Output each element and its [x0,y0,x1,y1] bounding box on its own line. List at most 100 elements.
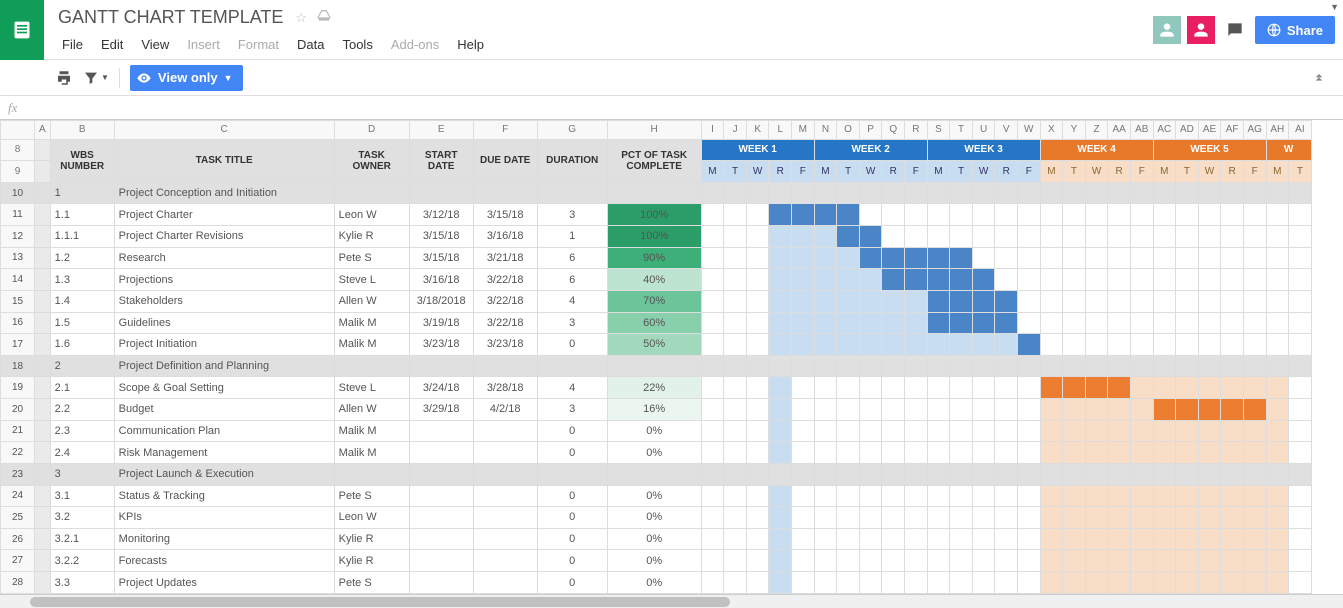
column-K[interactable]: K [746,121,769,140]
gantt-cell[interactable] [905,290,928,312]
gantt-cell[interactable] [882,290,905,312]
filter-icon[interactable]: ▼ [83,70,109,86]
gantt-cell[interactable] [905,420,928,442]
column-AA[interactable]: AA [1108,121,1131,140]
gantt-cell[interactable] [1176,507,1199,529]
gantt-cell[interactable] [1176,377,1199,399]
cell-pct[interactable]: 40% [607,269,701,291]
gantt-cell[interactable] [995,550,1018,572]
gantt-cell[interactable] [1243,507,1266,529]
gantt-cell[interactable] [1063,204,1086,226]
gantt-cell[interactable] [1040,204,1063,226]
gantt-cell[interactable] [1085,290,1108,312]
gantt-cell[interactable] [814,204,837,226]
gantt-cell[interactable] [950,204,973,226]
gantt-cell[interactable] [1153,226,1176,248]
cell-title[interactable]: KPIs [114,507,334,529]
gantt-cell[interactable] [995,226,1018,248]
gantt-cell[interactable] [1153,442,1176,464]
gantt-cell[interactable] [1243,226,1266,248]
gantt-cell[interactable] [927,399,950,421]
cell-pct[interactable]: 90% [607,247,701,269]
gantt-cell[interactable] [814,399,837,421]
gantt-cell[interactable] [1198,528,1221,550]
gantt-cell[interactable] [814,572,837,594]
gantt-cell[interactable] [1176,247,1199,269]
cell-due[interactable] [473,507,537,529]
cell-wbs[interactable]: 1.2 [50,247,114,269]
row-12[interactable]: 12 [1,226,35,248]
gantt-cell[interactable] [905,572,928,594]
row-22[interactable]: 22 [1,442,35,464]
row-21[interactable]: 21 [1,420,35,442]
gantt-cell[interactable] [1176,528,1199,550]
gantt-cell[interactable] [1153,528,1176,550]
gantt-cell[interactable] [837,507,860,529]
gantt-cell[interactable] [859,485,882,507]
gantt-cell[interactable] [1243,550,1266,572]
column-P[interactable]: P [859,121,882,140]
gantt-cell[interactable] [905,312,928,334]
gantt-cell[interactable] [927,204,950,226]
gantt-cell[interactable] [927,269,950,291]
gantt-cell[interactable] [1289,485,1312,507]
menu-edit[interactable]: Edit [93,33,131,56]
gantt-cell[interactable] [882,269,905,291]
cell-due[interactable] [473,550,537,572]
gantt-cell[interactable] [859,550,882,572]
gantt-cell[interactable] [972,226,995,248]
gantt-cell[interactable] [1017,420,1040,442]
gantt-cell[interactable] [1266,312,1289,334]
gantt-cell[interactable] [859,420,882,442]
cell-pct[interactable]: 100% [607,226,701,248]
gantt-cell[interactable] [1130,312,1153,334]
gantt-cell[interactable] [724,204,747,226]
gantt-cell[interactable] [1017,334,1040,356]
view-only-button[interactable]: View only ▼ [130,65,243,91]
gantt-cell[interactable] [701,312,724,334]
gantt-cell[interactable] [950,485,973,507]
gantt-cell[interactable] [1176,442,1199,464]
gantt-cell[interactable] [1040,572,1063,594]
gantt-cell[interactable] [814,528,837,550]
gantt-cell[interactable] [837,528,860,550]
gantt-cell[interactable] [927,226,950,248]
gantt-cell[interactable] [1085,204,1108,226]
cell-title[interactable]: Stakeholders [114,290,334,312]
gantt-cell[interactable] [792,550,815,572]
gantt-cell[interactable] [882,507,905,529]
gantt-cell[interactable] [972,442,995,464]
row-27[interactable]: 27 [1,550,35,572]
gantt-cell[interactable] [814,377,837,399]
gantt-cell[interactable] [724,507,747,529]
gantt-cell[interactable] [1153,334,1176,356]
gantt-cell[interactable] [972,528,995,550]
gantt-cell[interactable] [746,485,769,507]
gantt-cell[interactable] [769,550,792,572]
gantt-cell[interactable] [792,269,815,291]
gantt-cell[interactable] [1198,312,1221,334]
gantt-cell[interactable] [905,399,928,421]
cell-wbs[interactable]: 3.1 [50,485,114,507]
cell-start[interactable]: 3/29/18 [409,399,473,421]
gantt-cell[interactable] [1085,226,1108,248]
gantt-cell[interactable] [746,442,769,464]
cell-start[interactable]: 3/24/18 [409,377,473,399]
gantt-cell[interactable] [1153,247,1176,269]
gantt-cell[interactable] [837,334,860,356]
gantt-cell[interactable] [1266,269,1289,291]
gantt-cell[interactable] [1289,247,1312,269]
gantt-cell[interactable] [746,528,769,550]
gantt-cell[interactable] [995,507,1018,529]
gantt-cell[interactable] [1063,572,1086,594]
cell-pct[interactable]: 22% [607,377,701,399]
gantt-cell[interactable] [882,377,905,399]
gantt-cell[interactable] [859,528,882,550]
gantt-cell[interactable] [792,442,815,464]
gantt-cell[interactable] [1063,507,1086,529]
cell-duration[interactable]: 6 [537,269,607,291]
select-all-cell[interactable] [1,121,35,140]
column-X[interactable]: X [1040,121,1063,140]
gantt-cell[interactable] [972,204,995,226]
gantt-cell[interactable] [995,528,1018,550]
